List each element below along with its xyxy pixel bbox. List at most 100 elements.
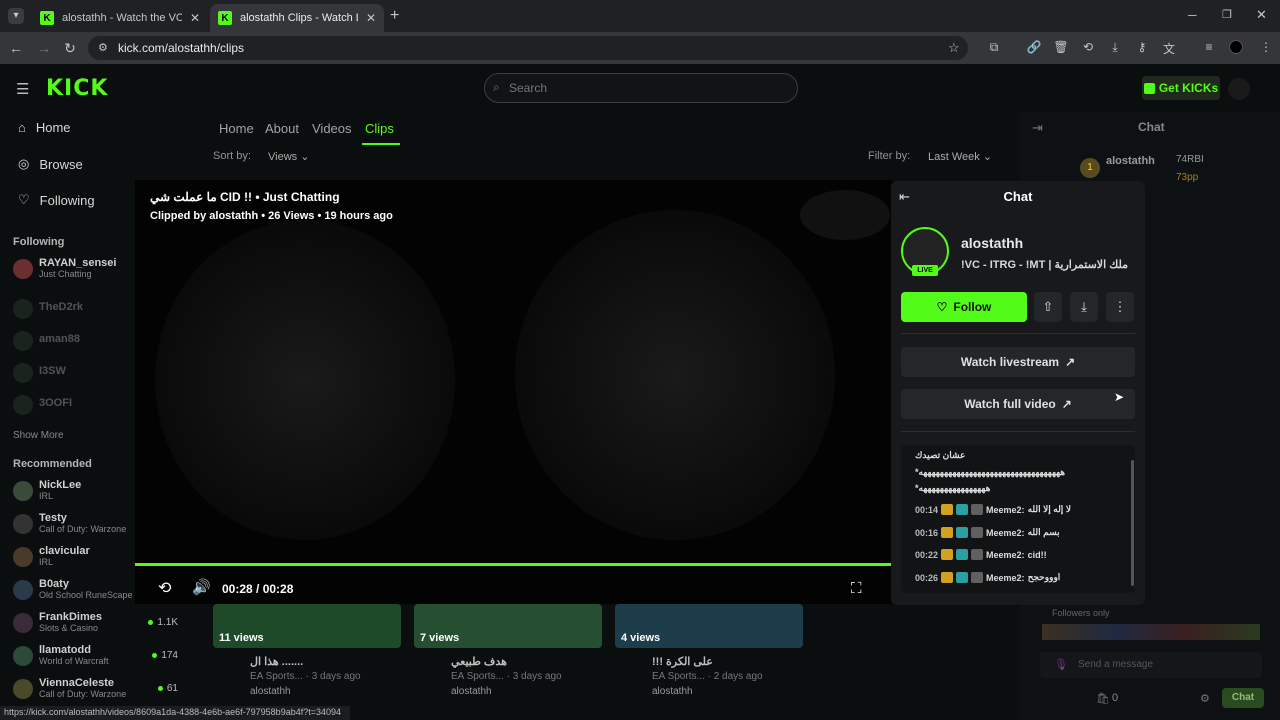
bookmark-star-icon[interactable]: ☆ — [948, 40, 960, 56]
avatar — [13, 363, 33, 383]
extensions-icon[interactable]: ⧉ — [986, 40, 1002, 56]
user-avatar[interactable] — [1228, 78, 1250, 100]
clip-card-author[interactable]: alostathh — [652, 686, 693, 697]
tab-clips[interactable]: Clips — [365, 121, 394, 136]
filter-label: Filter by: — [868, 150, 911, 162]
search-bar[interactable]: ⌕ — [484, 73, 798, 103]
hamburger-icon[interactable]: ☰ — [16, 80, 29, 98]
reload-icon[interactable]: ↻ — [62, 40, 78, 56]
message-user[interactable]: Meeme2: — [986, 505, 1025, 515]
trash-icon[interactable]: 🗑 — [1053, 40, 1069, 56]
download-icon[interactable]: ⤓ — [1107, 40, 1123, 56]
collapse-chat-icon[interactable]: ⇥ — [1032, 120, 1043, 136]
clip-card-title[interactable]: هدف طبيعي — [451, 655, 507, 668]
window-close-icon[interactable]: ✕ — [1256, 7, 1267, 23]
recommended-channel[interactable]: llamatodd World of Warcraft 174 — [13, 644, 208, 674]
chat-message: *ههههههههههههههههههههههههههههههههههه — [915, 467, 1065, 478]
clip-card-author[interactable]: alostathh — [250, 686, 291, 697]
clip-card[interactable]: 7 views — [414, 604, 602, 648]
sidebar-item-home[interactable]: ⌂ Home — [18, 120, 71, 135]
channel-game: Slots & Casino — [39, 623, 99, 633]
download-button[interactable]: ⤓ — [1070, 292, 1098, 322]
close-tab-icon[interactable]: ✕ — [190, 11, 200, 25]
message-time: 00:22 — [915, 549, 939, 560]
new-tab-icon[interactable]: + — [390, 7, 399, 25]
message-user[interactable]: Meeme2: — [986, 528, 1025, 538]
watch-full-video-button[interactable]: Watch full video ↗ — [901, 389, 1135, 419]
sidebar-item-browse[interactable]: ◎ Browse — [18, 156, 83, 172]
follow-button[interactable]: ♡ Follow — [901, 292, 1027, 322]
store-icon[interactable]: 🛍 — [1096, 692, 1110, 705]
history-icon[interactable]: ⟲ — [1080, 40, 1096, 56]
channel-name: RAYAN_sensei — [39, 257, 117, 269]
volume-icon[interactable]: 🔊 — [192, 578, 211, 596]
channel-name: TheD2rk — [39, 301, 84, 313]
chat-send-button[interactable]: Chat — [1222, 688, 1264, 708]
menu-kebab-icon[interactable]: ⋮ — [1258, 40, 1274, 56]
heart-icon: ♡ — [936, 300, 948, 314]
avatar — [13, 646, 33, 666]
tab-title: alostathh - Watch the VOD on K — [62, 12, 182, 24]
minimize-icon[interactable]: ─ — [1188, 8, 1197, 22]
clip-card-title[interactable]: هذا ال ....... — [250, 655, 303, 668]
show-more-link[interactable]: Show More — [13, 430, 64, 441]
video-progress-bar[interactable] — [135, 563, 893, 566]
back-icon[interactable]: ← — [8, 40, 24, 56]
message-user[interactable]: Meeme2: — [986, 573, 1025, 583]
close-tab-icon[interactable]: ✕ — [366, 11, 376, 25]
settings-gear-icon[interactable]: ⚙ — [1200, 692, 1210, 705]
sort-dropdown[interactable]: Views ⌄ — [268, 150, 309, 163]
forward-icon[interactable]: → — [36, 40, 52, 56]
streamer-name[interactable]: alostathh — [961, 235, 1023, 251]
clip-card-meta: EA Sports... · 2 days ago — [652, 671, 763, 682]
share-button[interactable]: ⇧ — [1034, 292, 1062, 322]
leaderboard-user[interactable]: alostathh — [1106, 155, 1155, 167]
streamer-tagline: !VC - ITRG - !MT | ملك الاستمرارية — [961, 259, 1128, 271]
clip-card[interactable]: 4 views — [615, 604, 803, 648]
profile-avatar[interactable] — [1229, 40, 1243, 54]
clip-card[interactable]: 11 views — [213, 604, 401, 648]
tab-search-icon[interactable]: ▾ — [8, 8, 24, 24]
tab-about[interactable]: About — [265, 121, 299, 136]
send-message-input[interactable]: 🎙 Send a message — [1040, 652, 1262, 678]
message-time: 00:16 — [915, 527, 939, 538]
media-icon[interactable]: ≡ — [1201, 40, 1217, 56]
fullscreen-icon[interactable]: ⛶ — [851, 580, 862, 597]
clip-card-title[interactable]: !!! على الكرة — [652, 655, 713, 668]
clip-card-author[interactable]: alostathh — [451, 686, 492, 697]
watch-full-video-label: Watch full video — [964, 397, 1056, 411]
tab-home[interactable]: Home — [219, 121, 254, 136]
external-link-icon: ↗ — [1061, 397, 1072, 411]
video-player[interactable] — [135, 180, 893, 604]
more-options-button[interactable]: ⋮ — [1106, 292, 1134, 322]
filter-dropdown[interactable]: Last Week ⌄ — [928, 150, 992, 163]
channel-game: IRL — [39, 491, 54, 501]
watch-livestream-button[interactable]: Watch livestream ↗ — [901, 347, 1135, 377]
tab-title: alostathh Clips - Watch Live on — [240, 12, 358, 24]
url-bar[interactable]: ⚙ kick.com/alostathh/clips ☆ — [88, 36, 968, 60]
sidebar-label: Browse — [39, 156, 83, 172]
recommended-channel[interactable]: FrankDimes Slots & Casino 1.1K — [13, 611, 208, 641]
follow-label: Follow — [953, 300, 992, 314]
chat-scrollbar[interactable] — [1131, 460, 1134, 586]
recommended-channel[interactable]: ViennaCeleste Call of Duty: Warzone 61 — [13, 677, 208, 707]
get-kicks-button[interactable]: Get KICKs — [1142, 76, 1220, 100]
message-user[interactable]: Meeme2: — [986, 550, 1025, 560]
browser-tab-vod[interactable]: K alostathh - Watch the VOD on K ✕ — [32, 4, 208, 32]
search-input[interactable] — [509, 81, 769, 95]
translate-icon[interactable]: 文 — [1161, 40, 1177, 56]
link-icon[interactable]: 🔗 — [1026, 40, 1042, 56]
browser-tab-clips[interactable]: K alostathh Clips - Watch Live on ✕ — [210, 4, 384, 32]
crown-badge-icon — [941, 504, 954, 515]
maximize-icon[interactable]: ❐ — [1222, 8, 1232, 21]
key-icon[interactable]: ⚷ — [1134, 40, 1150, 56]
kick-logo[interactable]: KICK — [46, 76, 108, 101]
sidebar-item-following[interactable]: ♡ Following — [18, 192, 95, 208]
replay-icon[interactable]: ⟲ — [158, 578, 171, 598]
channel-name: llamatodd — [39, 644, 91, 656]
kick-favicon-icon: K — [218, 11, 232, 25]
site-info-icon[interactable]: ⚙ — [98, 41, 108, 54]
channel-game: World of Warcraft — [39, 656, 109, 666]
clip-views: 4 views — [621, 632, 661, 644]
tab-videos[interactable]: Videos — [312, 121, 352, 136]
